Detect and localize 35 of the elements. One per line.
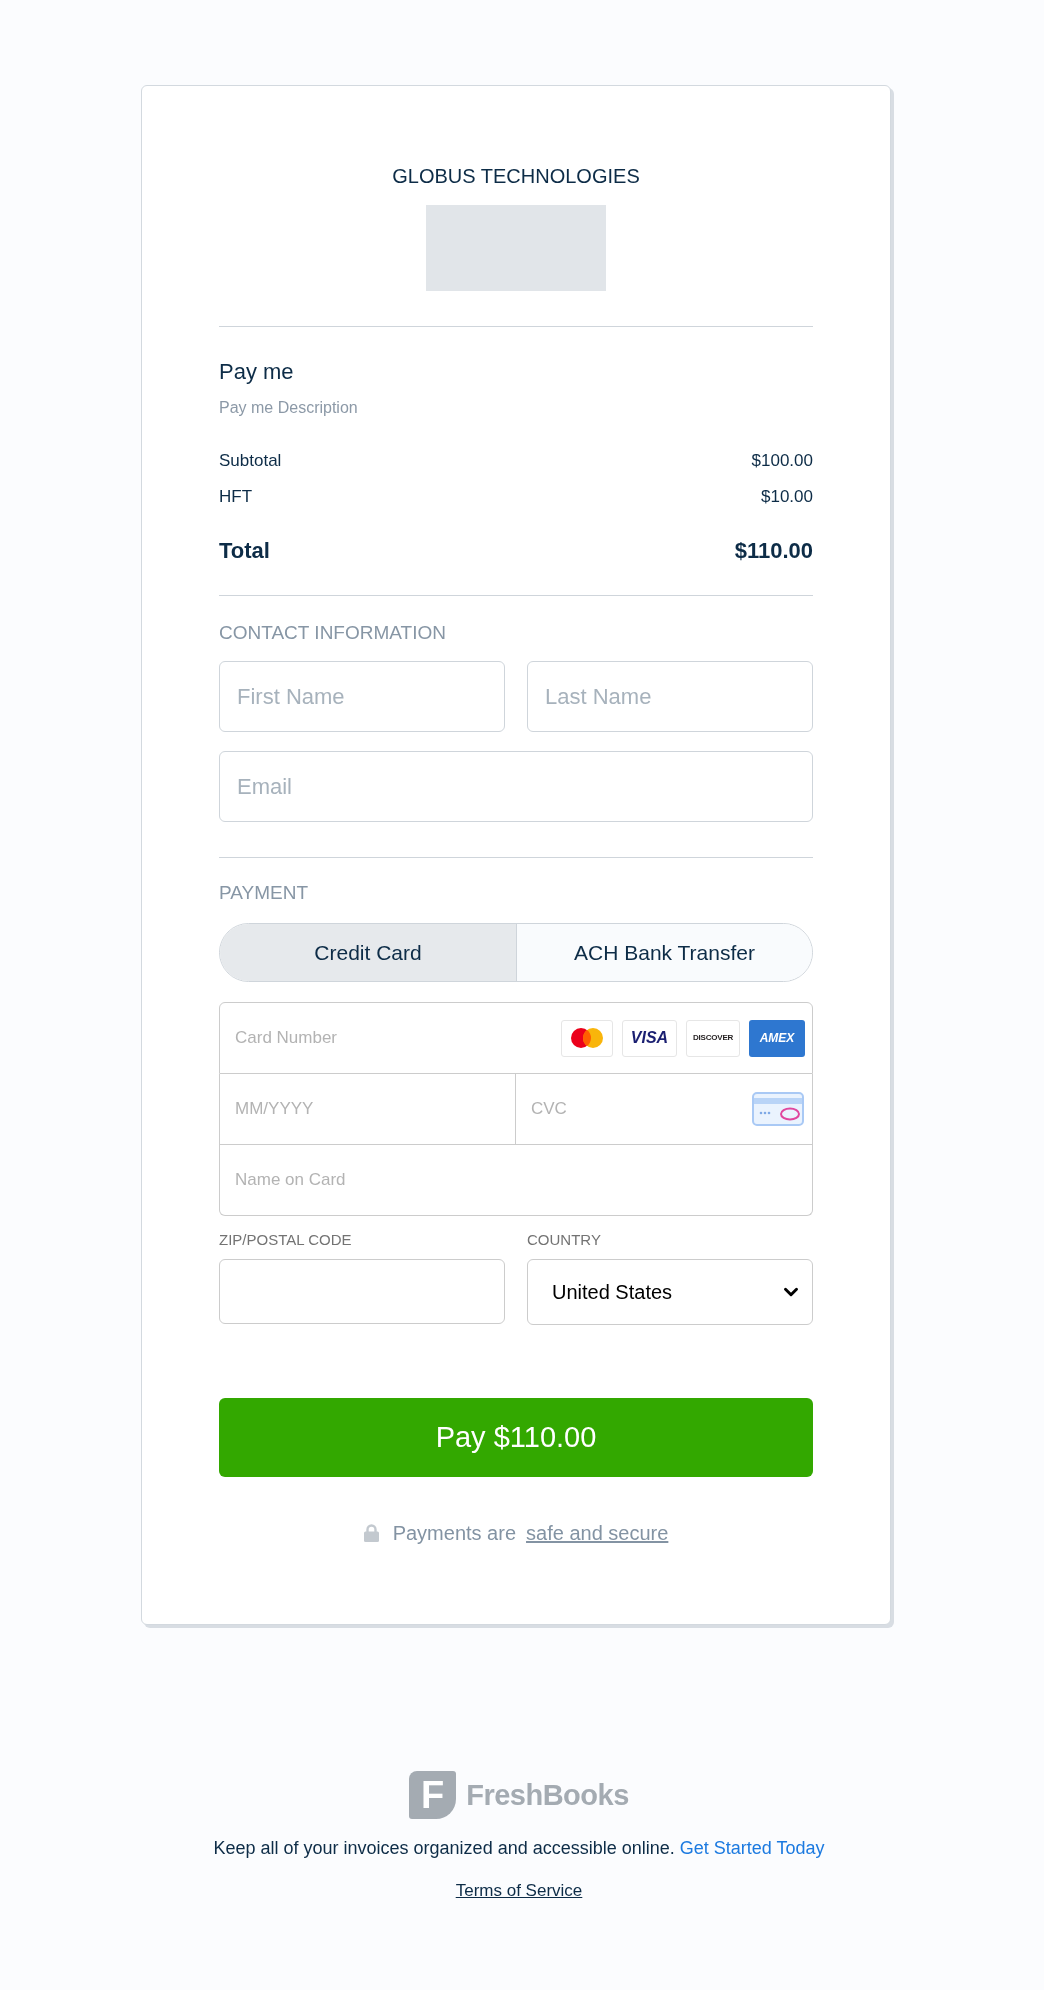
section-heading: PAYMENT xyxy=(219,881,309,905)
card-brand-badge: AMEX xyxy=(749,1019,805,1057)
last-name-field[interactable]: Last Name xyxy=(527,661,813,732)
get-started-link[interactable]: Get Started Today xyxy=(679,1838,825,1858)
first-name-field[interactable]: First Name xyxy=(219,661,505,732)
name-on-card-field[interactable]: Name on Card xyxy=(219,1145,813,1216)
country-select[interactable]: United States xyxy=(527,1259,813,1325)
line-item-label: Subtotal xyxy=(219,450,282,472)
section-heading: CONTACT INFORMATION xyxy=(219,621,446,645)
email-field[interactable]: Email xyxy=(219,751,813,822)
overlapping-circles-icon xyxy=(561,1019,613,1057)
field-label: ZIP/POSTAL CODE xyxy=(219,1231,352,1249)
total-label: Total xyxy=(219,537,270,565)
invoice-title: Pay me xyxy=(219,358,294,386)
card-brand-badge: VISA xyxy=(622,1019,677,1057)
zip-field[interactable] xyxy=(219,1259,505,1324)
total-amount: $110.00 xyxy=(734,537,813,565)
line-item-label: HFT xyxy=(219,486,253,508)
payment-method-tab[interactable]: ACH Bank Transfer xyxy=(516,924,812,981)
expiry-field[interactable]: MM/YYYY xyxy=(219,1074,516,1145)
logo-wordmark: FreshBooks xyxy=(466,1778,629,1812)
terms-of-service-link[interactable]: Terms of Service xyxy=(455,1880,583,1902)
card-back-icon xyxy=(752,1092,804,1126)
line-item-amount: $10.00 xyxy=(761,486,813,508)
cvc-field[interactable]: CVC xyxy=(516,1074,813,1145)
field-label: COUNTRY xyxy=(527,1231,601,1249)
payment-method-tab[interactable]: Credit Card xyxy=(220,924,516,981)
logo-mark: F xyxy=(409,1771,457,1819)
merchant-name: GLOBUS TECHNOLOGIES xyxy=(392,164,640,188)
security-note: Payments are safe and secure xyxy=(392,1521,669,1546)
line-item-amount: $100.00 xyxy=(751,450,813,472)
footer-tagline: Keep all of your invoices organized and accessible online. Get Started Today xyxy=(213,1837,825,1860)
lock-icon xyxy=(363,1524,379,1542)
invoice-description: Pay me Description xyxy=(219,398,358,418)
card-brand-badge: DISCOVER xyxy=(686,1019,740,1057)
